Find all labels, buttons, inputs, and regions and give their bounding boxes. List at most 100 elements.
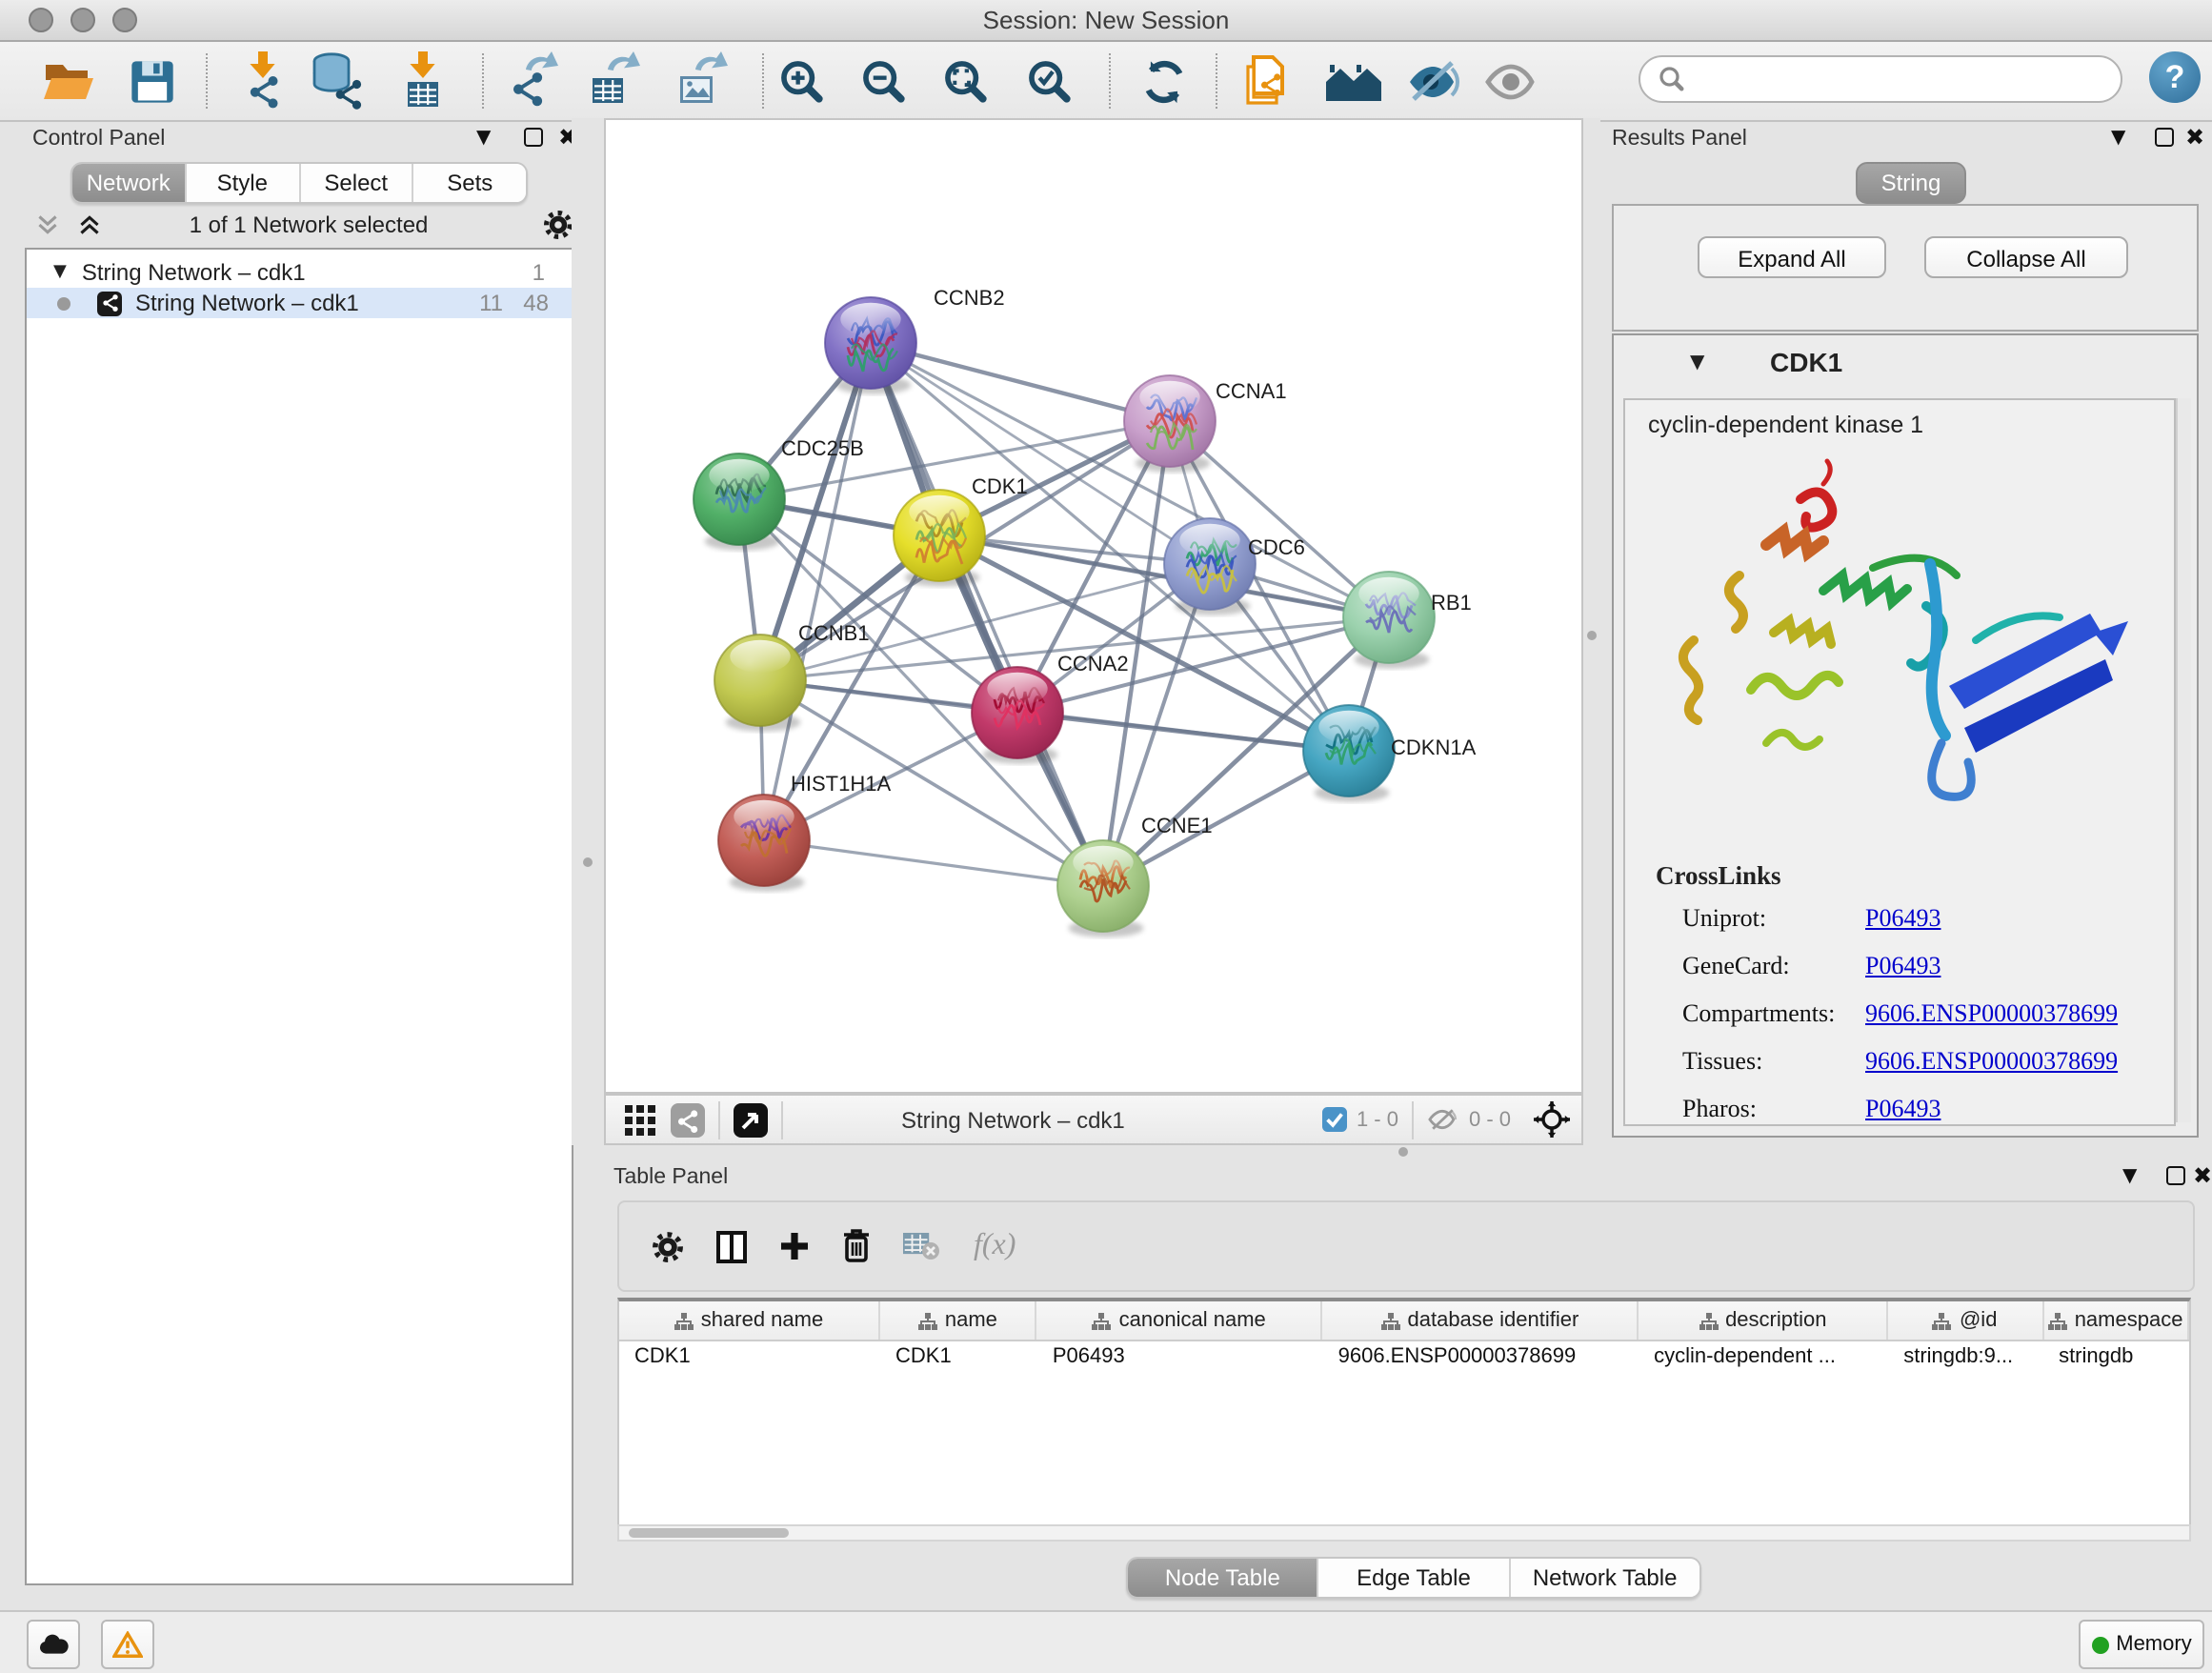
export-network-icon[interactable]	[505, 51, 566, 112]
panel-menu-icon[interactable]: ▼	[2122, 1166, 2137, 1187]
help-icon[interactable]: ?	[2149, 51, 2201, 103]
tab-string[interactable]: String	[1856, 162, 1966, 204]
warning-button[interactable]	[101, 1620, 154, 1669]
splitter-handle-dot[interactable]	[583, 857, 593, 867]
close-panel-icon[interactable]: ✖	[2185, 124, 2204, 151]
network-node-ccnb1[interactable]	[714, 635, 806, 732]
table-row[interactable]: CDK1CDK1P064939606.ENSP00000378699cyclin…	[619, 1341, 2189, 1374]
crosslink-link[interactable]: P06493	[1865, 951, 1941, 981]
network-node-cdc6[interactable]	[1164, 518, 1256, 615]
vertical-splitter-left[interactable]	[572, 118, 604, 1145]
collapse-all-icon[interactable]	[36, 213, 59, 236]
collapse-entry-icon[interactable]: ▼	[1690, 353, 1704, 373]
save-session-icon[interactable]	[122, 51, 183, 112]
float-panel-icon[interactable]	[2155, 128, 2174, 147]
tab-sets[interactable]: Sets	[414, 164, 527, 202]
network-edge[interactable]	[1017, 713, 1349, 751]
network-node-ccna2[interactable]	[972, 667, 1063, 764]
zoom-fit-icon[interactable]	[935, 51, 996, 112]
column-header-name[interactable]: name	[880, 1301, 1037, 1340]
panel-menu-icon[interactable]: ▼	[476, 128, 491, 149]
hidden-eye-icon[interactable]	[1427, 1107, 1459, 1132]
crosslink-link[interactable]: 9606.ENSP00000378699	[1865, 998, 2118, 1029]
cloud-button[interactable]	[27, 1620, 80, 1669]
table-cell[interactable]: CDK1	[880, 1341, 1037, 1374]
table-cell[interactable]: cyclin-dependent ...	[1639, 1341, 1888, 1374]
search-input[interactable]	[1686, 64, 2075, 94]
column-header-namespace[interactable]: namespace	[2043, 1301, 2189, 1340]
table-cell[interactable]: P06493	[1037, 1341, 1323, 1374]
collapse-all-button[interactable]: Collapse All	[1924, 236, 2128, 278]
export-image-icon[interactable]	[673, 51, 734, 112]
zoom-in-icon[interactable]	[772, 51, 833, 112]
crosslink-link[interactable]: 9606.ENSP00000378699	[1865, 1046, 2118, 1077]
expand-all-icon[interactable]	[78, 213, 101, 236]
results-scrollbar[interactable]	[2176, 398, 2191, 1122]
crosshair-icon[interactable]	[1534, 1101, 1570, 1138]
export-table-icon[interactable]	[585, 51, 646, 112]
column-header-database-identifier[interactable]: database identifier	[1323, 1301, 1639, 1340]
delete-table-icon[interactable]	[903, 1232, 941, 1260]
table-cell[interactable]: 9606.ENSP00000378699	[1323, 1341, 1639, 1374]
scrollbar-thumb[interactable]	[629, 1528, 789, 1538]
network-collection-row[interactable]: ▼ String Network – cdk1 1	[27, 257, 572, 288]
eye-icon[interactable]	[1482, 51, 1543, 112]
close-panel-icon[interactable]: ✖	[2193, 1162, 2212, 1189]
tab-edge-table[interactable]: Edge Table	[1319, 1559, 1511, 1597]
home-icon[interactable]	[1324, 51, 1385, 112]
network-node-cdk1[interactable]	[894, 490, 985, 587]
tab-node-table[interactable]: Node Table	[1128, 1559, 1319, 1597]
refresh-layout-icon[interactable]	[1134, 51, 1195, 112]
tab-style[interactable]: Style	[187, 164, 301, 202]
float-panel-icon[interactable]	[2166, 1166, 2185, 1185]
crosslink-link[interactable]: P06493	[1865, 903, 1941, 934]
network-canvas[interactable]: CCNB2CCNA1CDC25BCDK1CDC6RB1CCNB1CCNA2CDK…	[604, 118, 1583, 1094]
panel-menu-icon[interactable]: ▼	[2111, 128, 2125, 149]
crosslink-link[interactable]: P06493	[1865, 1094, 1941, 1124]
network-node-cdkn1a[interactable]	[1303, 705, 1395, 802]
add-column-icon[interactable]	[779, 1231, 810, 1261]
column-header-@id[interactable]: @id	[1888, 1301, 2043, 1340]
table-cell[interactable]: stringdb:9...	[1888, 1341, 2043, 1374]
network-edge[interactable]	[764, 840, 1103, 886]
table-cell[interactable]: stringdb	[2043, 1341, 2189, 1374]
import-table-icon[interactable]	[392, 51, 453, 112]
float-panel-icon[interactable]	[524, 128, 543, 147]
zoom-selected-icon[interactable]	[1019, 51, 1080, 112]
network-edge[interactable]	[764, 343, 871, 840]
gear-icon[interactable]	[652, 1230, 684, 1262]
copy-network-icon[interactable]	[1238, 51, 1299, 112]
memory-button[interactable]: Memory	[2079, 1620, 2204, 1669]
zoom-out-icon[interactable]	[854, 51, 915, 112]
selected-checkbox-icon[interactable]	[1322, 1107, 1347, 1132]
network-node-ccna1[interactable]	[1124, 375, 1216, 473]
tab-network[interactable]: Network	[72, 164, 187, 202]
tab-network-table[interactable]: Network Table	[1510, 1559, 1699, 1597]
network-node-cdc25b[interactable]	[694, 454, 785, 551]
network-row-selected[interactable]: String Network – cdk1 11 48	[27, 288, 572, 318]
table-cell[interactable]: CDK1	[619, 1341, 880, 1374]
tree-expand-icon[interactable]: ▼	[53, 263, 67, 282]
delete-column-icon[interactable]	[842, 1229, 871, 1263]
column-header-shared-name[interactable]: shared name	[619, 1301, 880, 1340]
splitter-handle-dot[interactable]	[1398, 1147, 1408, 1157]
show-hide-icon[interactable]	[1404, 51, 1465, 112]
function-builder-icon[interactable]: f(x)	[974, 1229, 1016, 1263]
open-session-icon[interactable]	[38, 51, 99, 112]
expand-all-button[interactable]: Expand All	[1698, 236, 1886, 278]
network-node-hist1h1a[interactable]	[718, 795, 810, 892]
network-node-ccne1[interactable]	[1057, 840, 1149, 937]
network-node-rb1[interactable]	[1343, 572, 1435, 669]
birdseye-icon[interactable]	[734, 1102, 768, 1137]
gear-icon[interactable]	[543, 210, 573, 240]
column-header-canonical-name[interactable]: canonical name	[1037, 1301, 1323, 1340]
import-network-icon[interactable]	[232, 51, 293, 112]
tab-select[interactable]: Select	[300, 164, 414, 202]
splitter-handle-dot[interactable]	[1587, 631, 1597, 640]
import-database-icon[interactable]	[307, 51, 368, 112]
column-header-description[interactable]: description	[1639, 1301, 1888, 1340]
grid-icon[interactable]	[625, 1104, 655, 1135]
columns-icon[interactable]	[716, 1230, 747, 1262]
share-network-icon[interactable]	[671, 1102, 705, 1137]
table-horizontal-scrollbar[interactable]	[617, 1524, 2191, 1542]
